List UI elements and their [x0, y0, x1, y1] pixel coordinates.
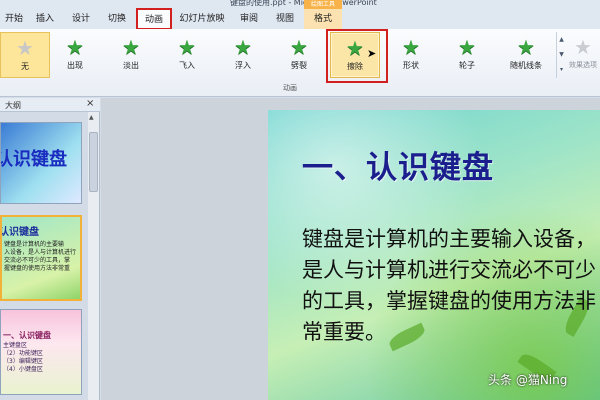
animation-gallery: ★ 无 ★ 出现 ★ 淡出 ★ 飞入 ★ 浮入 ★ 劈裂 ★ 擦除 ★ 形状 ★…	[0, 29, 556, 83]
gallery-scroll: ▲ ▼ ▾	[556, 32, 566, 78]
slide-thumbnail-2[interactable]: 认识键盘 键盘是计算机的主要输 入设备，是人与计算机进行 交流必不可少的工具，掌…	[0, 215, 82, 301]
slide-thumbnail-3[interactable]: 一、认识键盘 主键盘区 （2）功能键区 （3）编辑键区 （4）小键盘区	[0, 309, 82, 395]
panel-scrollbar[interactable]: ▲	[88, 112, 99, 400]
star-wheel-icon: ★	[458, 35, 476, 59]
effect-options-button[interactable]: ★ 效果选项	[566, 32, 600, 78]
mouse-cursor-icon: ➤	[367, 47, 377, 60]
ribbon: ★ 无 ★ 出现 ★ 淡出 ★ 飞入 ★ 浮入 ★ 劈裂 ★ 擦除 ★ 形状 ★…	[0, 29, 600, 97]
tab-slideshow[interactable]: 幻灯片放映	[176, 9, 228, 29]
slide-body-text[interactable]: 键盘是计算机的主要输入设备，是人与计算机进行交流必不可少的工具，掌握键盘的使用方…	[302, 224, 600, 348]
context-tab-header: 绘图工具	[304, 0, 342, 9]
slides-panel: 大纲 × 认识键盘 认识键盘 键盘是计算机的主要输 入设备，是人与计算机进行 交…	[0, 98, 100, 400]
star-fly-in-icon: ★	[178, 35, 196, 59]
scrollbar-thumb[interactable]	[89, 132, 98, 192]
gallery-scroll-down-icon[interactable]: ▼	[557, 47, 566, 62]
slide-thumbnail-1[interactable]: 认识键盘	[0, 122, 82, 204]
slide-title[interactable]: 一、认识键盘	[302, 142, 494, 187]
tab-format[interactable]: 格式	[304, 9, 342, 29]
animation-fly-in[interactable]: ★ 飞入	[162, 32, 212, 78]
watermark: 头条 @猫Ning	[488, 373, 568, 387]
effect-options-icon: ★	[574, 35, 592, 59]
tab-view[interactable]: 视图	[270, 9, 300, 29]
animation-shape[interactable]: ★ 形状	[386, 32, 436, 78]
panel-close-icon[interactable]: ×	[86, 98, 94, 109]
ribbon-tabs: 开始 插入 设计 切换 动画 幻灯片放映 审阅 视图 格式	[0, 8, 600, 30]
animation-float-in[interactable]: ★ 浮入	[218, 32, 268, 78]
star-float-in-icon: ★	[234, 35, 252, 59]
animation-split[interactable]: ★ 劈裂	[274, 32, 324, 78]
current-slide[interactable]: 一、认识键盘 键盘是计算机的主要输入设备，是人与计算机进行交流必不可少的工具，掌…	[268, 110, 600, 400]
title-bar: 键盘的使用.ppt - Microsoft PowerPoint 绘图工具	[0, 0, 600, 9]
animation-none[interactable]: ★ 无	[0, 32, 50, 78]
gallery-more-icon[interactable]: ▾	[557, 62, 566, 77]
tab-review[interactable]: 审阅	[234, 9, 264, 29]
panel-header: 大纲 ×	[0, 98, 100, 112]
animation-random-bars[interactable]: ★ 随机线条	[498, 32, 554, 78]
animation-wheel[interactable]: ★ 轮子	[442, 32, 492, 78]
tab-transitions[interactable]: 切换	[102, 9, 132, 29]
tab-design[interactable]: 设计	[66, 9, 96, 29]
star-random-bars-icon: ★	[517, 35, 535, 59]
star-fade-icon: ★	[122, 35, 140, 59]
scroll-up-icon[interactable]: ▲	[89, 114, 94, 121]
ribbon-group-label: 动画	[283, 84, 297, 92]
star-appear-icon: ★	[66, 35, 84, 59]
star-shape-icon: ★	[402, 35, 420, 59]
animation-appear[interactable]: ★ 出现	[50, 32, 100, 78]
star-split-icon: ★	[290, 35, 308, 59]
tab-outline[interactable]: 大纲	[5, 100, 21, 111]
tab-insert[interactable]: 插入	[30, 9, 60, 29]
tab-home[interactable]: 开始	[0, 9, 28, 29]
animation-fade[interactable]: ★ 淡出	[106, 32, 156, 78]
star-none-icon: ★	[16, 36, 34, 60]
gallery-scroll-up-icon[interactable]: ▲	[557, 32, 566, 47]
tab-animations[interactable]: 动画	[136, 8, 172, 30]
slide-editor: 一、认识键盘 键盘是计算机的主要输入设备，是人与计算机进行交流必不可少的工具，掌…	[101, 98, 600, 400]
